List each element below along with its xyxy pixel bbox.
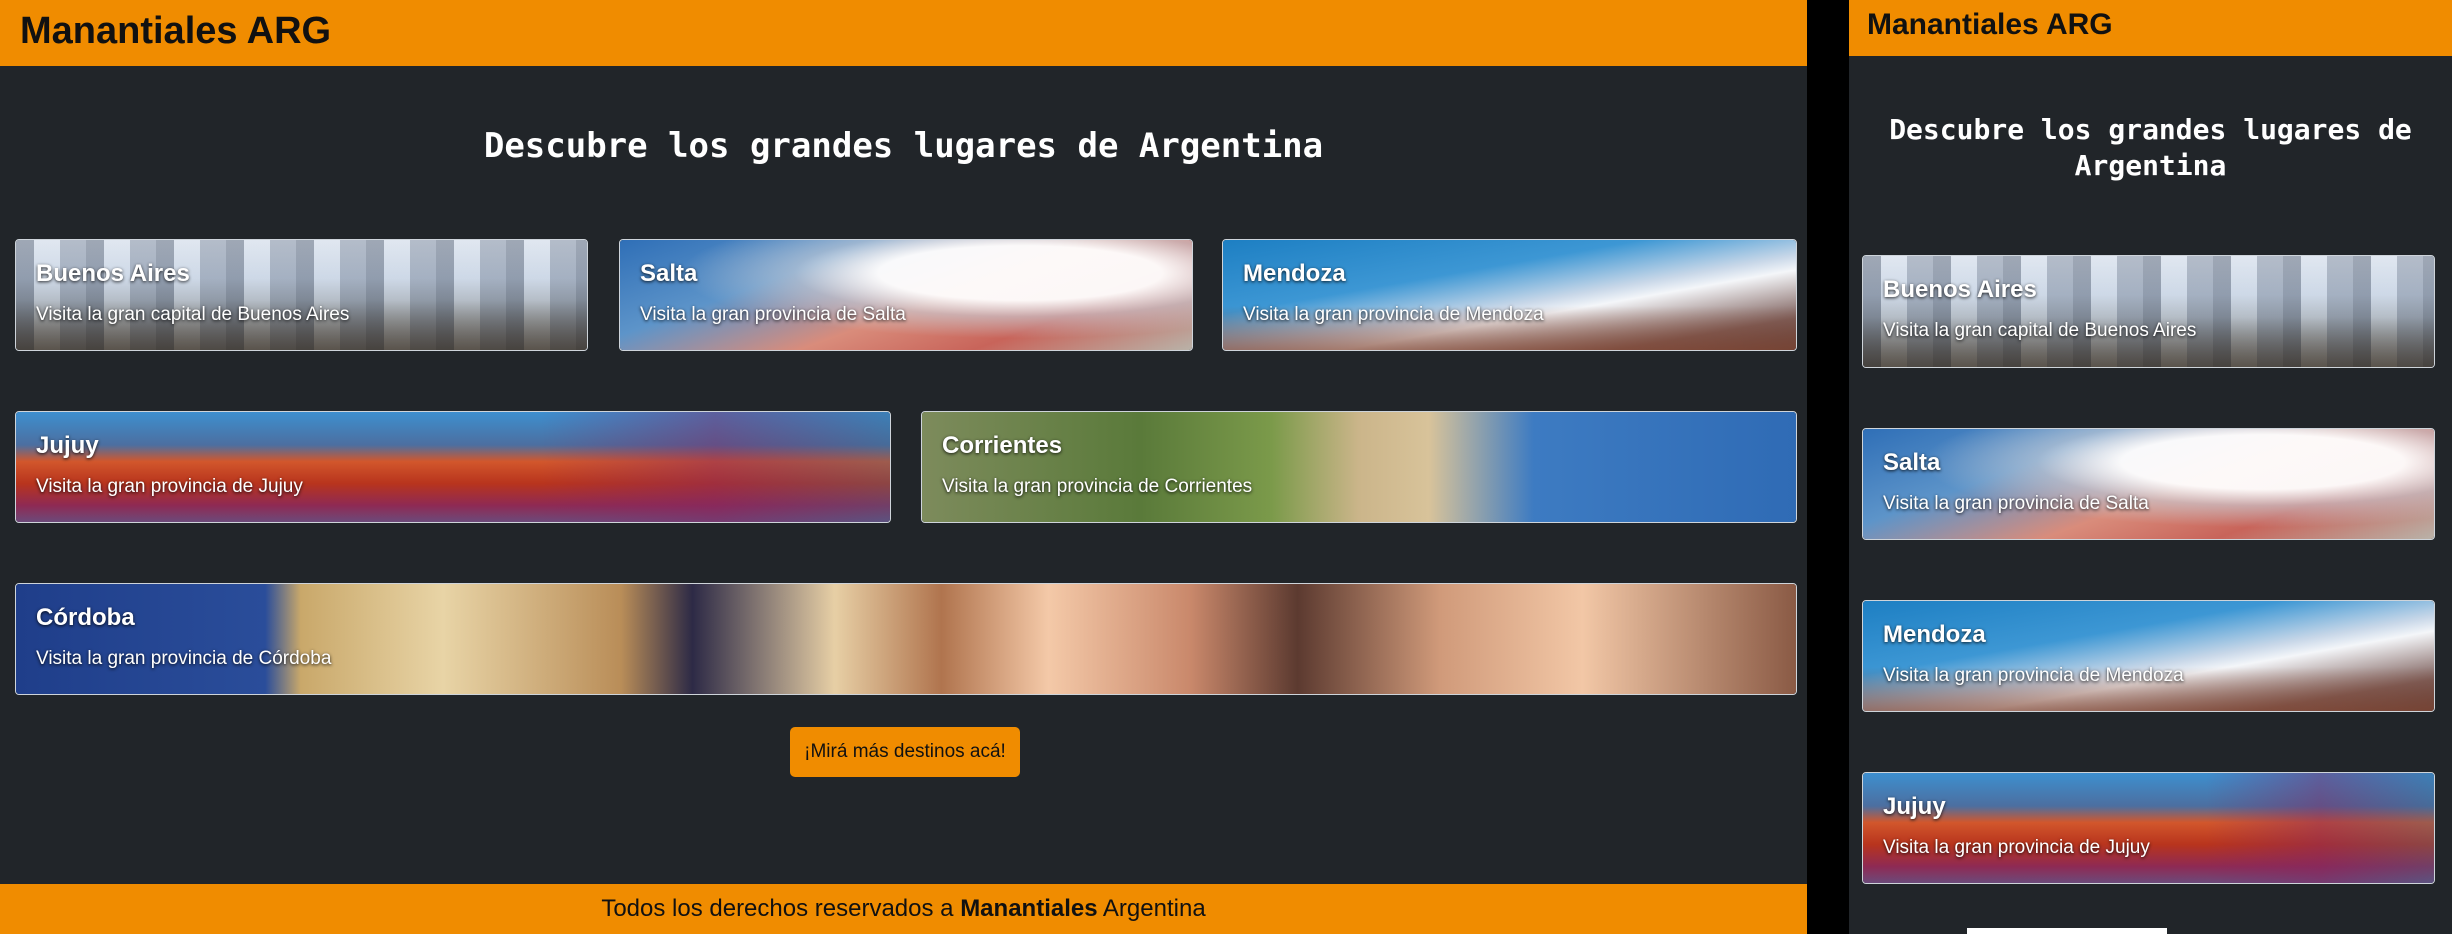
- mendoza-image: [1223, 240, 1796, 350]
- card-title: Mendoza: [1883, 621, 1986, 648]
- desktop-view: Manantiales ARG Descubre los grandes lug…: [0, 0, 1807, 934]
- card-subtitle: Visita la gran provincia de Mendoza: [1883, 665, 2184, 686]
- brand-logo[interactable]: Manantiales ARG: [20, 8, 331, 54]
- page-title: Descubre los grandes lugares de Argentin…: [483, 126, 1324, 166]
- footer-text: Todos los derechos reservados a: [601, 895, 961, 922]
- card-subtitle: Visita la gran provincia de Salta: [640, 304, 906, 325]
- card-title: Jujuy: [36, 432, 99, 459]
- card-title: Salta: [640, 260, 698, 287]
- scroll-edge-indicator: [1967, 928, 2167, 934]
- salta-image: [1863, 429, 2434, 539]
- mobile-brand-logo[interactable]: Manantiales ARG: [1867, 6, 2113, 44]
- card-title: Buenos Aires: [1883, 276, 2037, 303]
- card-title: Jujuy: [1883, 793, 1946, 820]
- mobile-destination-card-mendoza[interactable]: Mendoza Visita la gran provincia de Mend…: [1862, 600, 2435, 712]
- card-title: Buenos Aires: [36, 260, 190, 287]
- mobile-page-title: Descubre los grandes lugares de Argentin…: [1889, 113, 2412, 182]
- footer-text-suffix: Argentina: [1097, 895, 1206, 922]
- mendoza-image: [1863, 601, 2434, 711]
- jujuy-image: [1863, 773, 2434, 883]
- buenos-aires-image: [16, 240, 587, 350]
- card-title: Corrientes: [942, 432, 1063, 459]
- card-subtitle: Visita la gran provincia de Jujuy: [36, 476, 303, 497]
- corrientes-image: [922, 412, 1796, 522]
- cordoba-image: [16, 584, 1796, 694]
- footer: Todos los derechos reservados a Manantia…: [0, 884, 1807, 934]
- card-subtitle: Visita la gran provincia de Corrientes: [942, 476, 1253, 497]
- card-subtitle: Visita la gran capital de Buenos Aires: [36, 304, 350, 325]
- footer-brand: Manantiales: [960, 895, 1098, 922]
- mobile-destination-card-salta[interactable]: Salta Visita la gran provincia de Salta: [1862, 428, 2435, 540]
- destination-card-buenos-aires[interactable]: Buenos Aires Visita la gran capital de B…: [15, 239, 588, 351]
- card-title: Córdoba: [36, 604, 135, 631]
- buenos-aires-image: [1863, 256, 2434, 367]
- destination-card-mendoza[interactable]: Mendoza Visita la gran provincia de Mend…: [1222, 239, 1797, 351]
- more-destinations-button[interactable]: ¡Mirá más destinos acá!: [790, 727, 1020, 777]
- card-subtitle: Visita la gran provincia de Jujuy: [1883, 837, 2150, 858]
- destination-card-cordoba[interactable]: Córdoba Visita la gran provincia de Córd…: [15, 583, 1797, 695]
- mobile-view: Manantiales ARG Descubre los grandes lug…: [1849, 0, 2452, 934]
- card-subtitle: Visita la gran provincia de Mendoza: [1243, 304, 1544, 325]
- salta-image: [620, 240, 1192, 350]
- card-subtitle: Visita la gran provincia de Salta: [1883, 493, 2149, 514]
- mobile-destination-card-jujuy[interactable]: Jujuy Visita la gran provincia de Jujuy: [1862, 772, 2435, 884]
- card-title: Mendoza: [1243, 260, 1346, 287]
- mobile-navbar: Manantiales ARG: [1849, 0, 2452, 56]
- destination-card-corrientes[interactable]: Corrientes Visita la gran provincia de C…: [921, 411, 1797, 523]
- mobile-destination-card-buenos-aires[interactable]: Buenos Aires Visita la gran capital de B…: [1862, 255, 2435, 368]
- navbar: Manantiales ARG: [0, 0, 1807, 66]
- destination-card-salta[interactable]: Salta Visita la gran provincia de Salta: [619, 239, 1193, 351]
- card-title: Salta: [1883, 449, 1941, 476]
- card-subtitle: Visita la gran provincia de Córdoba: [36, 648, 332, 669]
- destination-card-jujuy[interactable]: Jujuy Visita la gran provincia de Jujuy: [15, 411, 891, 523]
- card-subtitle: Visita la gran capital de Buenos Aires: [1883, 320, 2197, 341]
- jujuy-image: [16, 412, 890, 522]
